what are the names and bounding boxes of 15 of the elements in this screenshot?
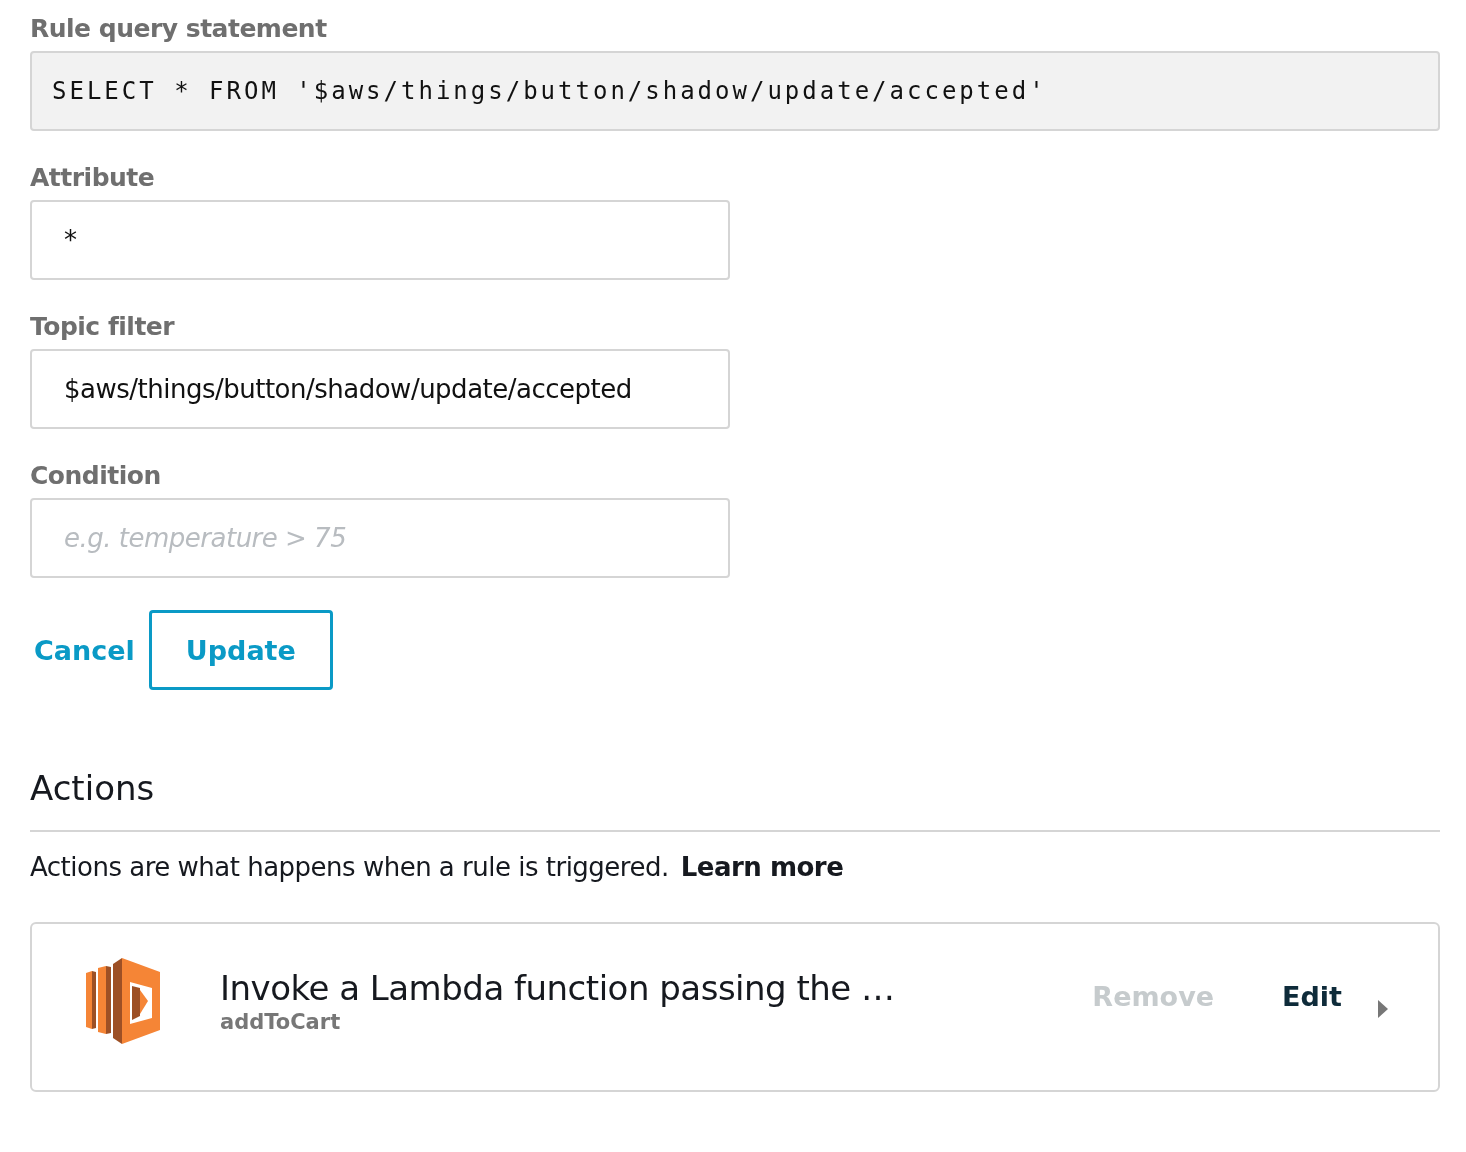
action-title: Invoke a Lambda function passing the …	[220, 968, 896, 1008]
input-field[interactable]: e.g. temperature > 75	[30, 498, 730, 578]
edit-button[interactable]: Edit	[1276, 980, 1348, 1013]
input-field[interactable]: *	[30, 200, 730, 280]
action-subtitle: addToCart	[220, 1010, 342, 1034]
field-label: Condition	[30, 461, 162, 490]
description-text: Actions are what happens when a rule is triggered.	[30, 852, 669, 882]
query-statement-box: SELECT * FROM '$aws/things/button/shadow/update/accepted'	[30, 51, 1440, 131]
section-heading: Actions	[30, 768, 156, 808]
field-label: Attribute	[30, 163, 156, 192]
learn-more-link[interactable]: Learn more	[680, 852, 844, 882]
field-label: Rule query statement	[30, 14, 328, 43]
input-field[interactable]: $aws/things/button/shadow/update/accepted	[30, 349, 730, 429]
field-label: Topic filter	[30, 312, 176, 341]
caret-icon[interactable]	[1378, 1000, 1388, 1018]
